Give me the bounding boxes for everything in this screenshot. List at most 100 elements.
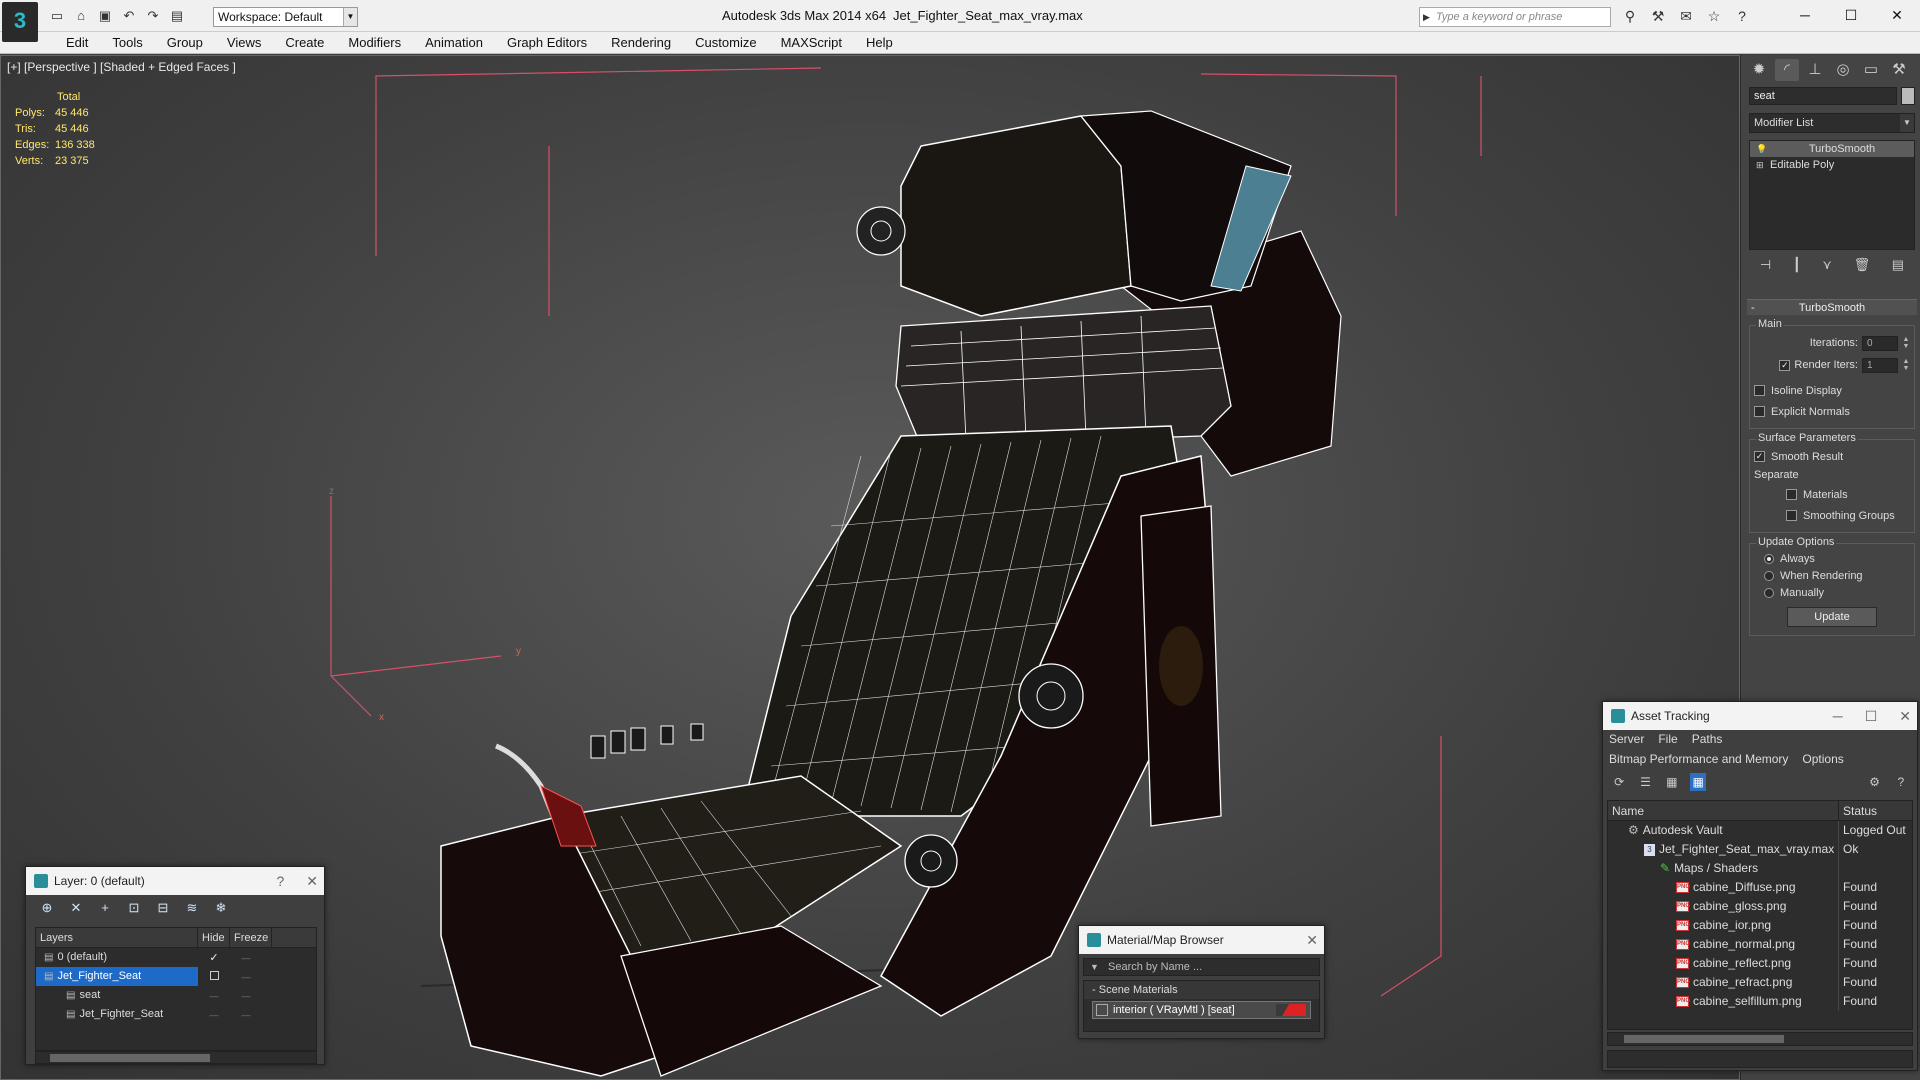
highlight-layer-icon[interactable]: ⊟ — [154, 899, 172, 917]
hide-all-icon[interactable]: ≋ — [183, 899, 201, 917]
iterations-spinner[interactable]: 0 — [1862, 335, 1898, 351]
table-view-icon[interactable]: ▦ — [1689, 773, 1707, 791]
asset-row[interactable]: PNG cabine_selfillum.png Found — [1608, 992, 1912, 1011]
spinner-arrows-icon[interactable]: ▲ ▼ — [1902, 336, 1910, 350]
asset-menu-file[interactable]: File — [1658, 730, 1677, 748]
layer-window-titlebar[interactable]: Layer: 0 (default) ? ✕ — [26, 867, 324, 895]
spinner-arrows-icon[interactable]: ▲ ▼ — [1902, 358, 1910, 372]
layer-name-cell[interactable]: ▤ seat — [36, 986, 198, 1005]
layer-name-cell[interactable]: ▤ Jet_Fighter_Seat — [36, 1005, 198, 1024]
layer-row[interactable]: ▤ Jet_Fighter_Seat — — — [36, 1005, 316, 1024]
minimize-icon[interactable]: ─ — [1782, 0, 1828, 30]
communication-icon[interactable]: ✉ — [1676, 8, 1696, 24]
menu-modifiers[interactable]: Modifiers — [336, 32, 413, 53]
minimize-icon[interactable]: ─ — [1833, 702, 1843, 730]
render-iters-checkbox[interactable]: ✓ — [1779, 359, 1791, 371]
asset-row[interactable]: ✎ Maps / Shaders — [1608, 859, 1912, 878]
undo-icon[interactable]: ↶ — [120, 8, 138, 24]
stack-item-editable-poly[interactable]: ⊞ Editable Poly — [1750, 157, 1914, 173]
list-view-icon[interactable]: ☰ — [1637, 773, 1653, 791]
delete-layer-icon[interactable]: ✕ — [67, 899, 85, 917]
new-layer-icon[interactable]: ⊕ — [38, 899, 56, 917]
layer-name-cell[interactable]: ▤ 0 (default) — [36, 948, 198, 967]
freeze-all-icon[interactable]: ❄ — [212, 899, 230, 917]
workspace-dropdown[interactable]: Workspace: Default ▼ — [213, 7, 358, 27]
freeze-toggle[interactable]: — — [230, 953, 262, 963]
asset-row[interactable]: 3 Jet_Fighter_Seat_max_vray.max Ok — [1608, 840, 1912, 859]
manually-radio[interactable] — [1764, 587, 1774, 598]
menu-graph-editors[interactable]: Graph Editors — [495, 32, 599, 53]
redo-icon[interactable]: ↷ — [144, 8, 162, 24]
create-tab-icon[interactable]: ✹ — [1747, 59, 1771, 81]
modifier-list-dropdown[interactable]: Modifier List ▼ — [1749, 113, 1915, 133]
hide-column-header[interactable]: Hide — [198, 928, 230, 947]
help-icon[interactable]: ? — [1893, 773, 1909, 791]
close-icon[interactable]: ✕ — [1899, 702, 1911, 730]
menu-tools[interactable]: Tools — [100, 32, 154, 53]
asset-row[interactable]: PNG cabine_normal.png Found — [1608, 935, 1912, 954]
materials-row[interactable]: Materials — [1754, 484, 1910, 505]
open-file-icon[interactable]: ⌂ — [72, 8, 90, 24]
menu-rendering[interactable]: Rendering — [599, 32, 683, 53]
modify-tab-icon[interactable]: ◜ — [1775, 59, 1799, 81]
motion-tab-icon[interactable]: ◎ — [1831, 59, 1855, 81]
always-radio-row[interactable]: Always — [1754, 550, 1910, 567]
configure-sets-icon[interactable]: ▤ — [1892, 257, 1904, 277]
asset-tracking-titlebar[interactable]: Asset Tracking ─ ☐ ✕ — [1603, 702, 1917, 730]
layer-name-cell[interactable]: ▤ Jet_Fighter_Seat — [36, 967, 198, 986]
lightbulb-icon[interactable]: 💡 — [1756, 141, 1767, 157]
isoline-display-row[interactable]: Isoline Display — [1754, 380, 1910, 401]
layer-horizontal-scrollbar[interactable] — [35, 1051, 317, 1064]
display-tab-icon[interactable]: ▭ — [1859, 59, 1883, 81]
hide-toggle[interactable] — [198, 971, 230, 982]
freeze-toggle[interactable]: — — [230, 972, 262, 982]
vault-login-icon[interactable]: ⚙ — [1866, 773, 1882, 791]
freeze-toggle[interactable]: — — [230, 991, 262, 1001]
menu-customize[interactable]: Customize — [683, 32, 768, 53]
help-icon[interactable]: ? — [276, 867, 284, 895]
manually-radio-row[interactable]: Manually — [1754, 584, 1910, 601]
object-color-swatch[interactable] — [1901, 87, 1915, 105]
material-browser-titlebar[interactable]: Material/Map Browser ✕ — [1079, 926, 1324, 954]
always-radio[interactable] — [1764, 553, 1774, 564]
thumbnail-view-icon[interactable]: ▦ — [1664, 773, 1680, 791]
menu-help[interactable]: Help — [854, 32, 905, 53]
hide-toggle[interactable]: — — [198, 1010, 230, 1020]
layer-row[interactable]: ▤ Jet_Fighter_Seat — — [36, 967, 316, 986]
subscription-icon[interactable]: ⚒ — [1648, 8, 1668, 24]
save-icon[interactable]: ▣ — [96, 8, 114, 24]
layer-row[interactable]: ▤ seat — — — [36, 986, 316, 1005]
stack-item-turbosmooth[interactable]: 💡 TurboSmooth — [1750, 141, 1914, 157]
when-rendering-radio[interactable] — [1764, 570, 1774, 581]
select-objects-icon[interactable]: ⊡ — [125, 899, 143, 917]
explicit-normals-row[interactable]: Explicit Normals — [1754, 401, 1910, 422]
close-icon[interactable]: ✕ — [306, 867, 318, 895]
refresh-icon[interactable]: ⟳ — [1611, 773, 1627, 791]
infocenter-search-input[interactable]: ▶ Type a keyword or phrase — [1419, 7, 1611, 27]
object-name-field[interactable]: seat — [1749, 87, 1897, 105]
menu-edit[interactable]: Edit — [54, 32, 100, 53]
asset-menu-server[interactable]: Server — [1609, 730, 1644, 748]
status-column-header[interactable]: Status — [1839, 801, 1877, 820]
update-button[interactable]: Update — [1787, 607, 1877, 627]
name-column-header[interactable]: Name — [1608, 801, 1839, 820]
asset-row[interactable]: PNG cabine_refract.png Found — [1608, 973, 1912, 992]
expand-arrow-icon[interactable]: ▶ — [1423, 8, 1430, 26]
asset-horizontal-scrollbar[interactable] — [1607, 1032, 1913, 1046]
asset-menu-paths[interactable]: Paths — [1692, 730, 1723, 748]
hide-toggle[interactable]: — — [198, 991, 230, 1001]
new-file-icon[interactable]: ▭ — [48, 8, 66, 24]
help-icon[interactable]: ? — [1732, 8, 1752, 24]
isoline-checkbox[interactable] — [1754, 385, 1765, 396]
add-to-layer-icon[interactable]: + — [96, 899, 114, 917]
menu-create[interactable]: Create — [273, 32, 336, 53]
options-triangle-icon[interactable]: ▼ — [1090, 959, 1099, 975]
close-icon[interactable]: ✕ — [1874, 0, 1920, 30]
asset-row[interactable]: ⚙ Autodesk Vault Logged Out — [1608, 821, 1912, 840]
material-item-interior[interactable]: interior ( VRayMtl ) [seat] — [1092, 1001, 1311, 1019]
favorites-star-icon[interactable]: ☆ — [1704, 8, 1724, 24]
smoothing-groups-checkbox[interactable] — [1786, 510, 1797, 521]
freeze-toggle[interactable]: — — [230, 1010, 262, 1020]
asset-menu-bitmap-performance-and-memory[interactable]: Bitmap Performance and Memory — [1609, 750, 1788, 768]
smoothing-groups-row[interactable]: Smoothing Groups — [1754, 505, 1910, 526]
